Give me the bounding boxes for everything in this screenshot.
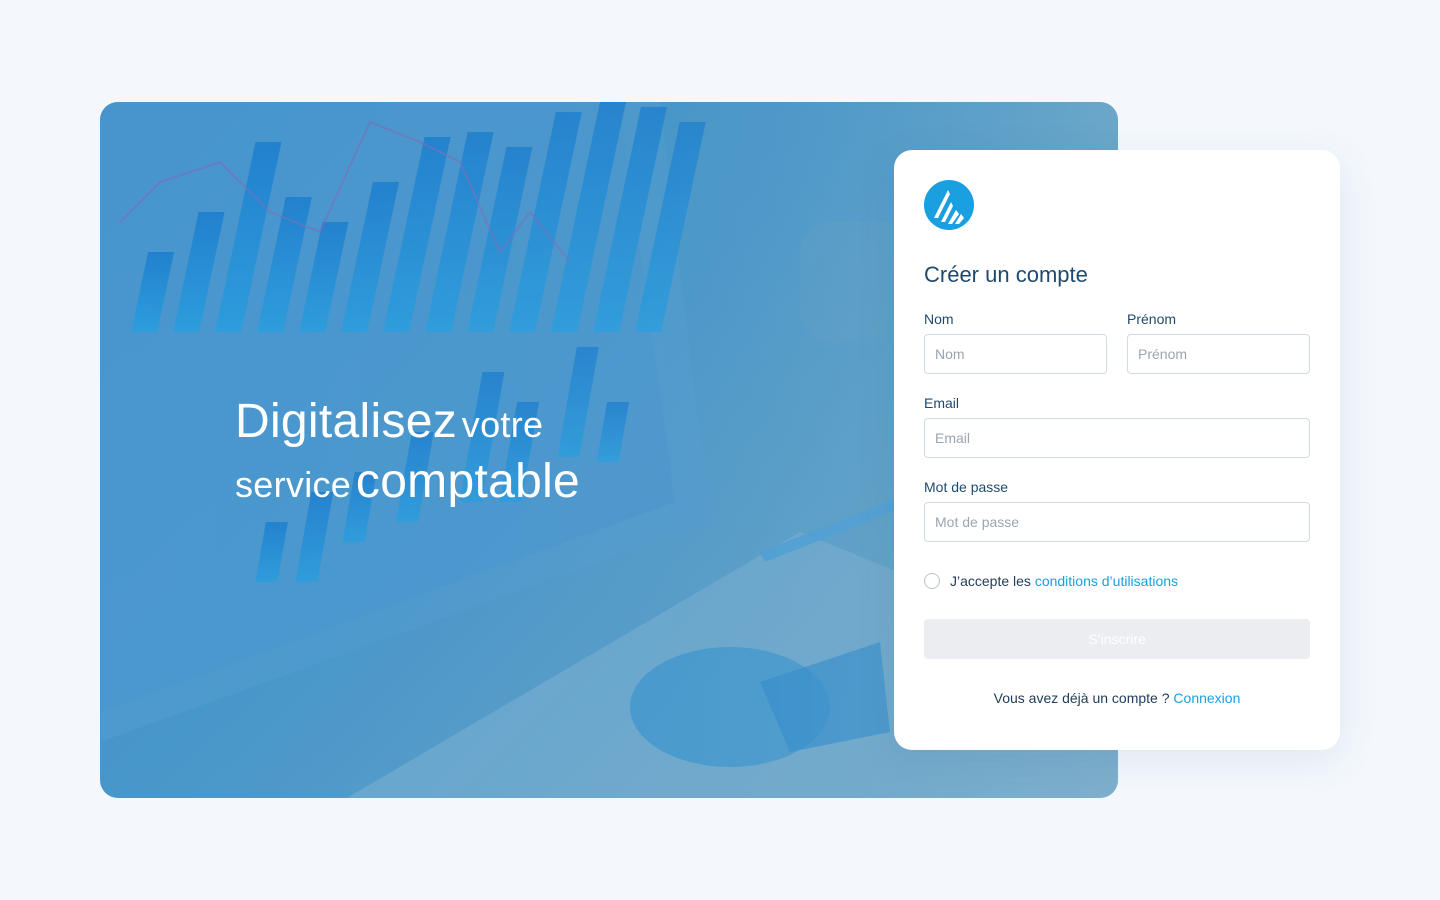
signup-page: Digitalisez votre service comptable Crée… [0, 0, 1440, 900]
email-input[interactable] [924, 418, 1310, 458]
prenom-label: Prénom [1127, 311, 1177, 327]
terms-checkbox[interactable] [924, 573, 940, 589]
email-label: Email [924, 395, 960, 411]
login-prompt: Vous avez déjà un compte ? Connexion [894, 690, 1340, 706]
signup-button[interactable]: S’inscrire [924, 619, 1310, 659]
hero-word-service: service [235, 464, 352, 505]
terms-text: J’accepte les conditions d’utilisations [950, 573, 1178, 589]
password-input[interactable] [924, 502, 1310, 542]
hero-headline-line-2: service comptable [235, 452, 580, 512]
terms-link[interactable]: conditions d’utilisations [1035, 573, 1178, 589]
password-label: Mot de passe [924, 479, 1009, 495]
signup-card: Créer un compte Nom Prénom Email Mot de … [894, 150, 1340, 750]
login-prompt-text: Vous avez déjà un compte ? [993, 690, 1174, 706]
terms-prefix: J’accepte les [950, 573, 1035, 589]
hero-headline-line-1: Digitalisez votre [235, 392, 580, 452]
hero-word-digitalisez: Digitalisez [235, 395, 458, 448]
nom-label: Nom [924, 311, 954, 327]
form-title: Créer un compte [924, 262, 1088, 287]
hero-word-votre: votre [461, 404, 544, 445]
login-link[interactable]: Connexion [1173, 690, 1240, 706]
prenom-input[interactable] [1127, 334, 1310, 374]
hero-word-comptable: comptable [355, 455, 581, 508]
mountain-logo-icon [924, 180, 974, 230]
nom-input[interactable] [924, 334, 1107, 374]
hero-headline: Digitalisez votre service comptable [235, 392, 580, 512]
